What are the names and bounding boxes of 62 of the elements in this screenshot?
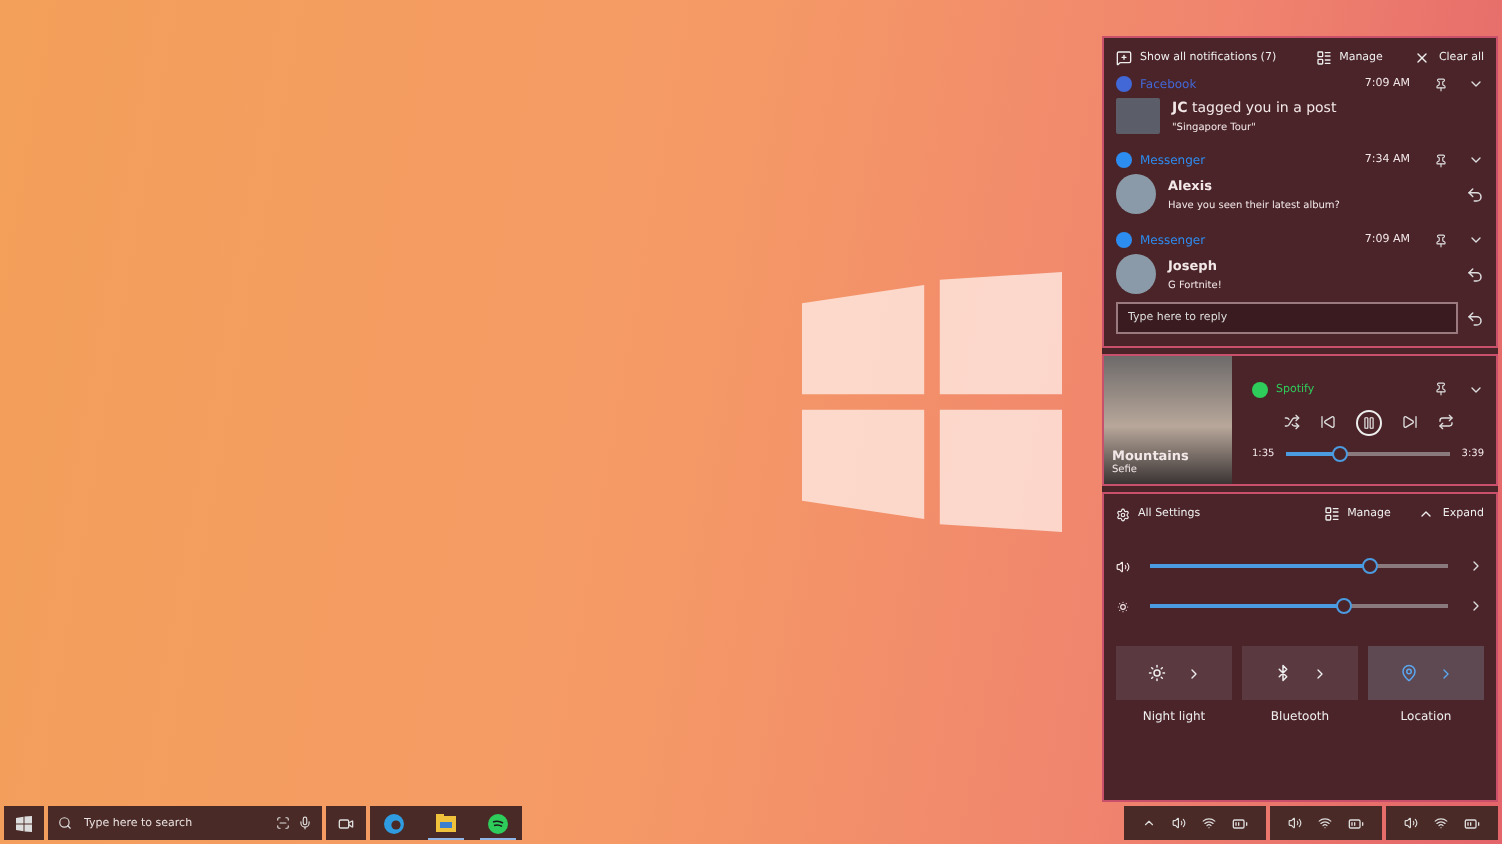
- slider-thumb[interactable]: [1362, 558, 1379, 574]
- repeat-icon[interactable]: [1437, 414, 1453, 430]
- browser-icon: [384, 813, 404, 833]
- search-icon: [58, 816, 72, 830]
- music-app-icon: [488, 813, 508, 833]
- volume-icon: [1404, 816, 1418, 830]
- pause-icon: [1361, 415, 1375, 429]
- system-tray[interactable]: [1270, 806, 1382, 840]
- network-icon: [1202, 816, 1216, 830]
- list-icon: [1323, 506, 1340, 522]
- quick-action-tile[interactable]: [1242, 646, 1358, 700]
- brightness-icon: [1116, 599, 1130, 613]
- battery-icon: [1232, 815, 1248, 831]
- avatar: [1116, 174, 1156, 214]
- system-tray[interactable]: [1124, 806, 1266, 840]
- camera-icon: [338, 815, 354, 831]
- location-icon: [1399, 664, 1417, 682]
- sun-icon: [1147, 664, 1165, 682]
- settings-icon: [1116, 507, 1130, 521]
- network-icon: [1318, 816, 1332, 830]
- reply-icon[interactable]: [1466, 185, 1484, 203]
- quick-action-tile[interactable]: [1116, 646, 1232, 700]
- reply-icon[interactable]: [1466, 265, 1484, 283]
- chevron-right-icon[interactable]: [1468, 598, 1484, 614]
- system-tray[interactable]: [1386, 806, 1498, 840]
- quick-action-tile[interactable]: [1368, 646, 1484, 700]
- chevron-down-icon[interactable]: [1468, 76, 1484, 92]
- notification-icon: [1116, 50, 1132, 66]
- volume-icon: [1116, 559, 1130, 573]
- pin-icon[interactable]: [1434, 77, 1448, 91]
- chevron-down-icon[interactable]: [1468, 232, 1484, 248]
- pin-icon[interactable]: [1434, 233, 1448, 247]
- progress-thumb[interactable]: [1332, 445, 1349, 461]
- previous-icon[interactable]: [1319, 414, 1335, 430]
- volume-icon: [1288, 816, 1302, 830]
- photo-placeholder: [1116, 98, 1160, 134]
- chevron-right-icon[interactable]: [1468, 558, 1484, 574]
- next-icon[interactable]: [1401, 414, 1417, 430]
- pin-icon[interactable]: [1434, 382, 1448, 396]
- microphone-icon: [298, 816, 312, 830]
- scan-icon: [276, 816, 290, 830]
- start-icon[interactable]: [16, 815, 32, 831]
- chevron-down-icon[interactable]: [1468, 152, 1484, 168]
- battery-icon: [1348, 815, 1364, 831]
- slider-thumb[interactable]: [1335, 598, 1352, 614]
- chevron-up-icon: [1142, 816, 1156, 830]
- bluetooth-icon: [1273, 664, 1291, 682]
- avatar: [1116, 254, 1156, 294]
- send-reply-icon[interactable]: [1466, 309, 1484, 327]
- folder-icon: [436, 814, 456, 832]
- network-icon: [1434, 816, 1448, 830]
- chevron-up-icon: [1418, 506, 1435, 522]
- pin-icon[interactable]: [1434, 153, 1448, 167]
- shuffle-icon[interactable]: [1283, 414, 1299, 430]
- close-icon: [1414, 50, 1431, 66]
- battery-icon: [1464, 815, 1480, 831]
- task-view-button[interactable]: [326, 806, 366, 840]
- app-logo-icon: [1252, 381, 1268, 397]
- start-button[interactable]: [4, 806, 44, 840]
- pause-button[interactable]: [1355, 409, 1381, 435]
- list-icon: [1315, 50, 1332, 66]
- volume-icon: [1172, 816, 1186, 830]
